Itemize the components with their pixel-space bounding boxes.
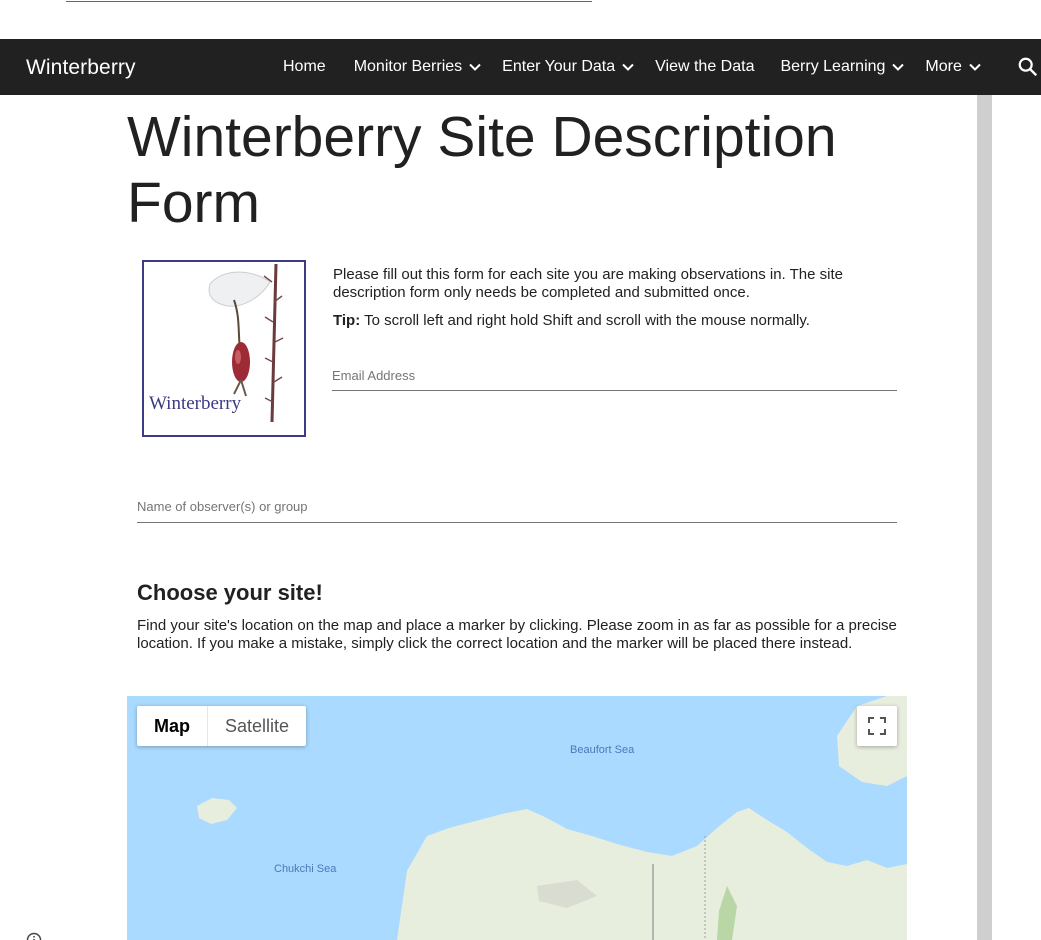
nav-item-label: Berry Learning — [780, 58, 886, 75]
info-icon[interactable] — [26, 932, 42, 940]
top-link-underline[interactable] — [66, 0, 592, 2]
nav-item-label: View the Data — [655, 58, 755, 75]
nav-item-enter-your-data[interactable]: Enter Your Data — [502, 58, 635, 76]
fullscreen-button[interactable] — [857, 706, 897, 746]
nav-item-label: Home — [283, 58, 326, 75]
top-strip — [0, 0, 1041, 39]
map-type-toggle: Map Satellite — [137, 706, 307, 746]
tip-body: To scroll left and right hold Shift and … — [360, 312, 810, 329]
map-type-map-button[interactable]: Map — [137, 706, 207, 746]
search-icon[interactable] — [1017, 56, 1039, 78]
winterberry-logo: Winterberry — [142, 260, 306, 437]
chevron-down-icon[interactable] — [468, 60, 482, 74]
chevron-down-icon[interactable] — [621, 60, 635, 74]
nav-item-label: More — [925, 58, 962, 75]
main-nav: Home Monitor Berries Enter Your Data Vie… — [283, 39, 982, 95]
logo-text: Winterberry — [149, 393, 242, 414]
nav-item-view-the-data[interactable]: View the Data — [655, 58, 754, 76]
nav-item-home[interactable]: Home — [283, 58, 326, 76]
chevron-down-icon[interactable] — [968, 60, 982, 74]
nav-item-monitor-berries[interactable]: Monitor Berries — [354, 58, 482, 76]
fullscreen-icon — [868, 717, 886, 735]
email-input[interactable] — [332, 360, 897, 390]
email-field — [332, 360, 897, 391]
tip-text: Tip: To scroll left and right hold Shift… — [333, 312, 903, 330]
intro-text: Please fill out this form for each site … — [333, 266, 843, 301]
nav-item-berry-learning[interactable]: Berry Learning — [780, 58, 905, 76]
map-label-beaufort-sea: Beaufort Sea — [570, 744, 635, 756]
choose-site-instructions: Find your site's location on the map and… — [137, 617, 897, 652]
site-map[interactable]: Beaufort Sea Chukchi Sea Map Satellite — [127, 696, 907, 940]
vertical-scrollbar[interactable] — [977, 95, 992, 940]
nav-item-more[interactable]: More — [925, 58, 981, 76]
chevron-down-icon[interactable] — [891, 60, 905, 74]
tip-label: Tip: — [333, 312, 361, 329]
map-label-chukchi-sea: Chukchi Sea — [274, 863, 337, 875]
nav-item-label: Monitor Berries — [353, 58, 463, 75]
map-type-satellite-button[interactable]: Satellite — [207, 706, 306, 746]
observer-name-input[interactable] — [137, 491, 897, 522]
site-brand[interactable]: Winterberry — [26, 56, 136, 80]
choose-site-heading: Choose your site! — [137, 580, 323, 605]
nav-item-label: Enter Your Data — [502, 58, 616, 75]
page-title: Winterberry Site Description Form — [127, 105, 837, 235]
site-header: Winterberry Home Monitor Berries Enter Y… — [0, 39, 1041, 95]
observer-name-field — [137, 491, 897, 523]
